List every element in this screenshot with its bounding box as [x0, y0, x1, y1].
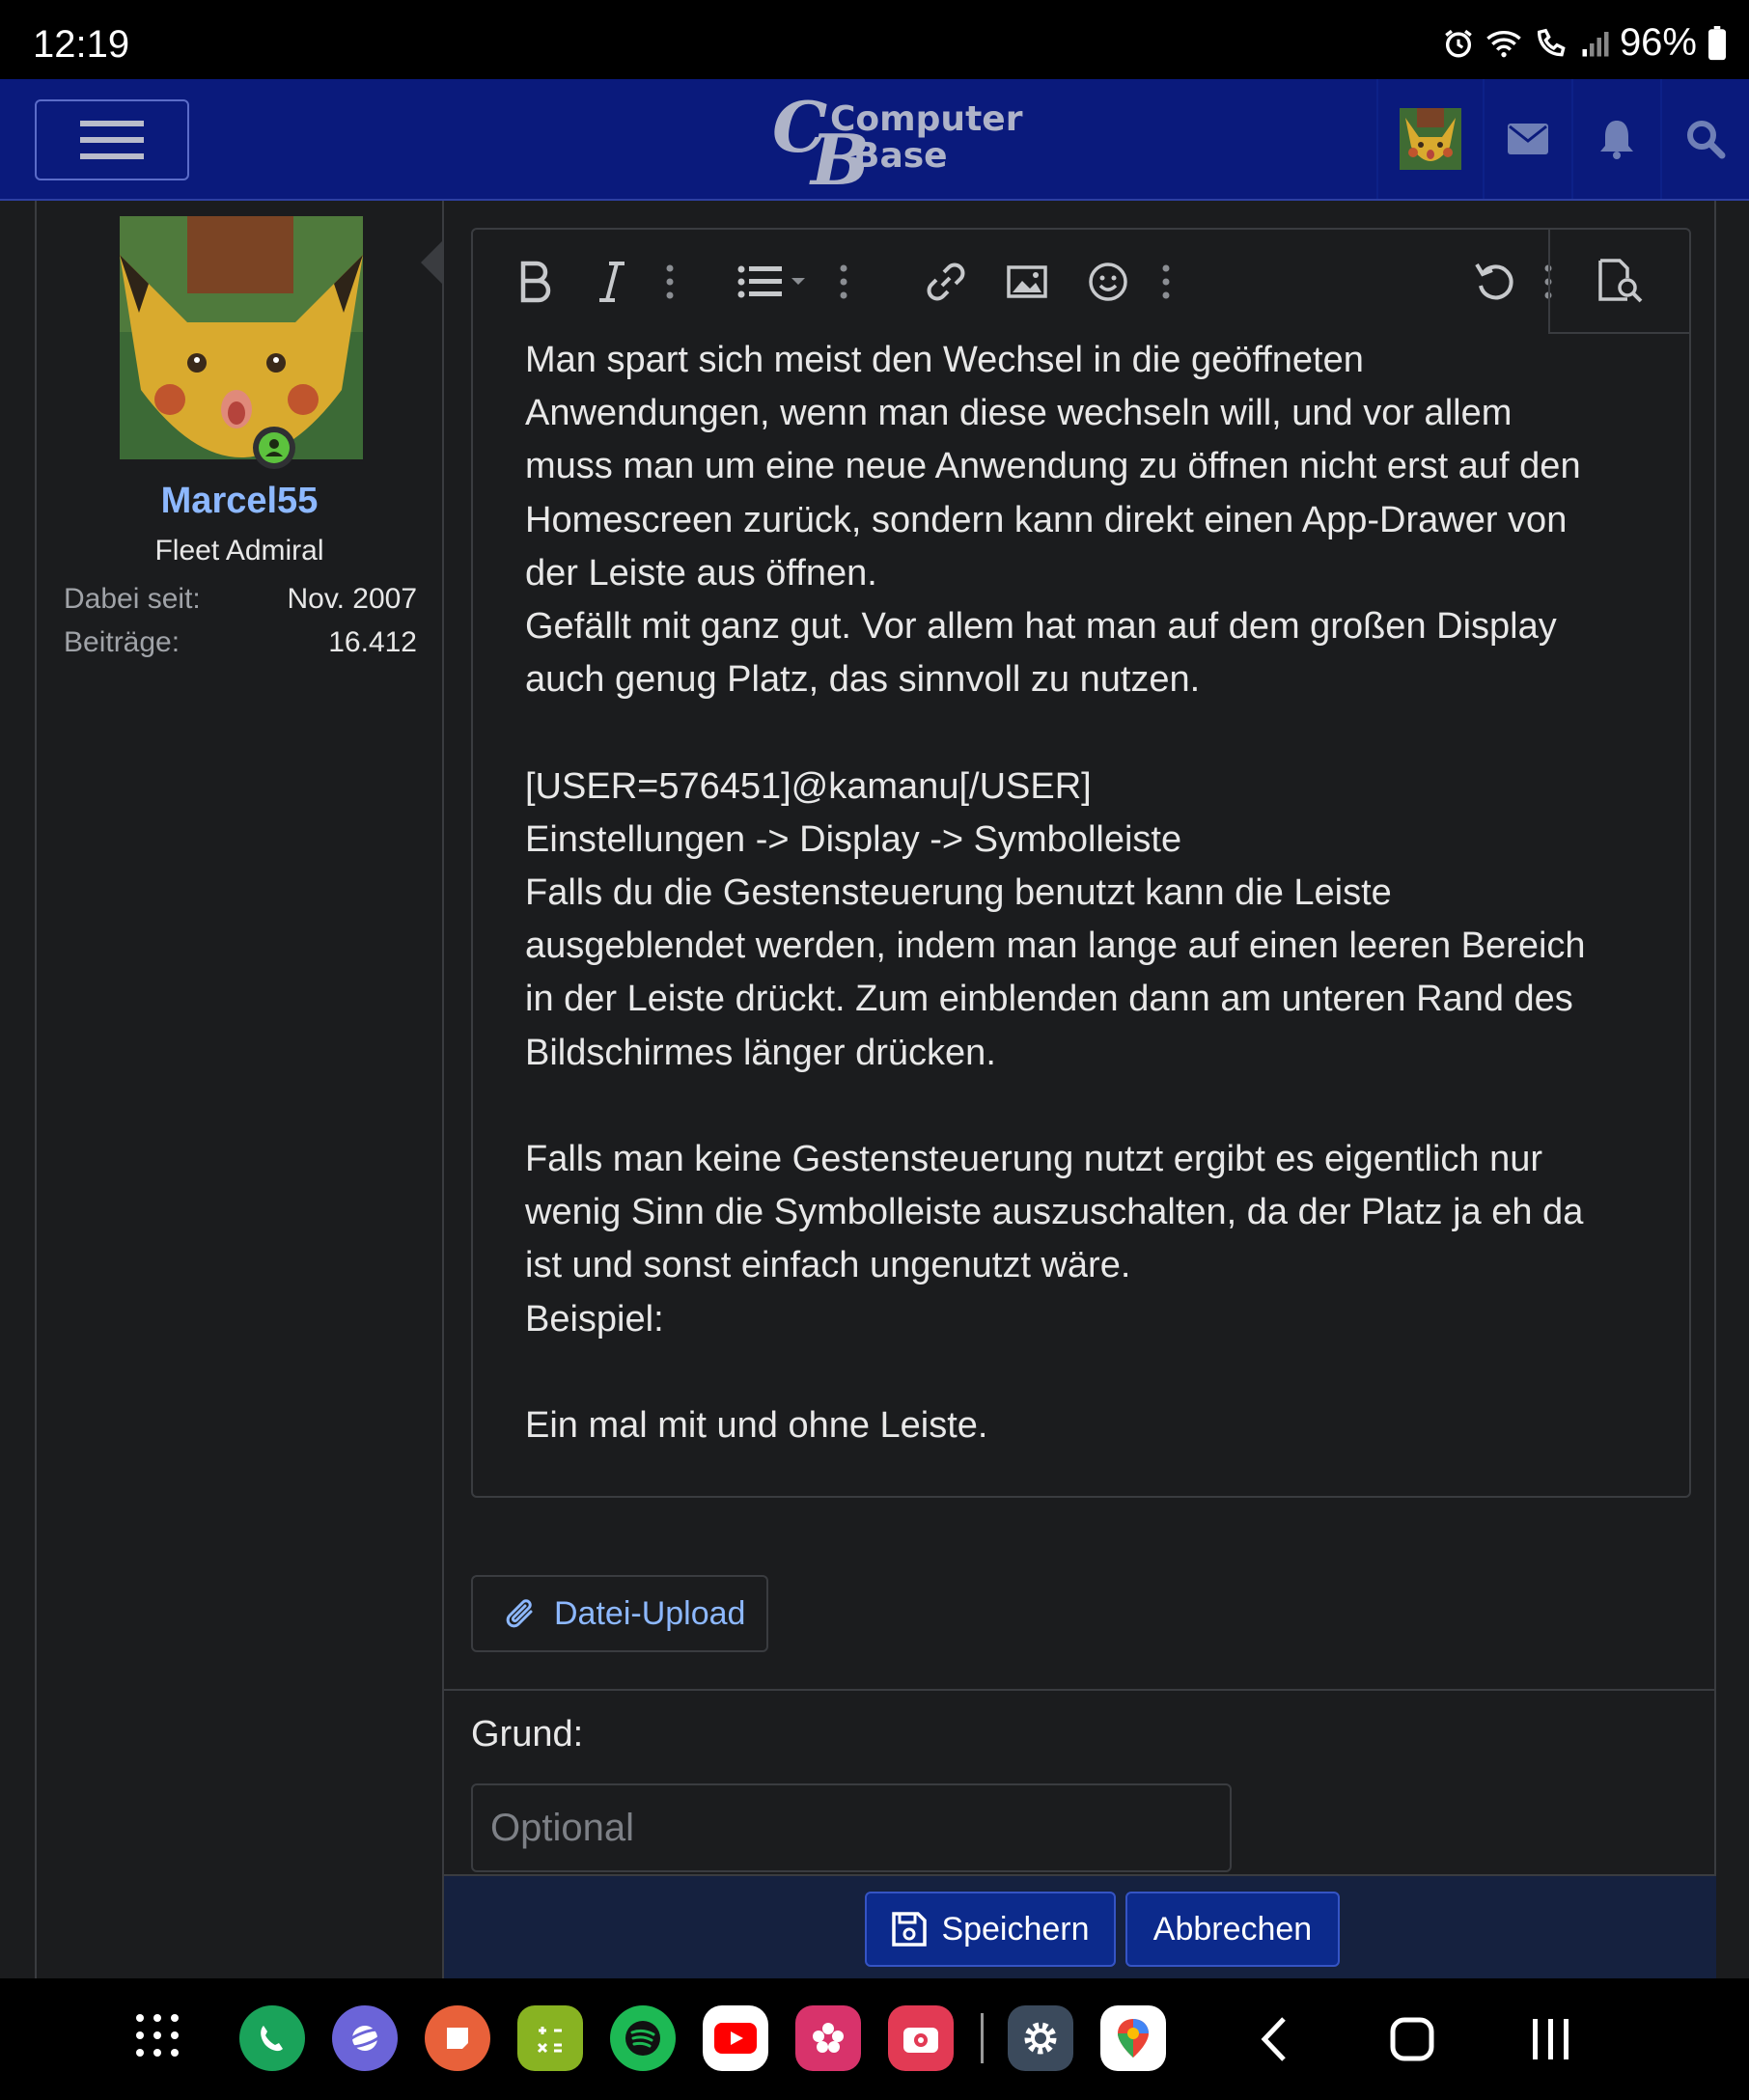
- posts-value: 16.412: [328, 626, 417, 658]
- browser-app-icon[interactable]: [332, 2005, 398, 2071]
- nav-notifications[interactable]: [1571, 79, 1660, 199]
- save-button[interactable]: Speichern: [865, 1892, 1116, 1967]
- search-icon: [1687, 121, 1726, 159]
- cancel-label: Abbrechen: [1152, 1910, 1313, 1948]
- list-button[interactable]: [736, 253, 813, 311]
- camera-app-icon[interactable]: [888, 2005, 954, 2071]
- envelope-icon: [1508, 124, 1548, 154]
- recents-button[interactable]: [1529, 2017, 1571, 2066]
- more-vertical-icon: [666, 264, 674, 299]
- nav-divider: [981, 2013, 984, 2063]
- more-insert-options-button[interactable]: [834, 253, 853, 311]
- message-arrow: [421, 239, 444, 286]
- settings-app-icon[interactable]: [1008, 2005, 1073, 2071]
- status-icons: 96%: [1442, 21, 1728, 65]
- notes-app-icon[interactable]: [425, 2005, 490, 2071]
- editor-content[interactable]: Man spart sich meist den Wechsel in die …: [525, 334, 1664, 1452]
- save-label: Speichern: [941, 1910, 1090, 1948]
- image-button[interactable]: [998, 253, 1056, 311]
- cancel-button[interactable]: Abbrechen: [1125, 1892, 1340, 1967]
- site-logo[interactable]: C B Computer Base: [772, 93, 1022, 195]
- bold-icon: [520, 261, 551, 303]
- reason-input[interactable]: [471, 1783, 1232, 1872]
- phone-app-icon[interactable]: [239, 2005, 305, 2071]
- nav-search[interactable]: [1660, 79, 1749, 199]
- italic-icon: [599, 262, 625, 302]
- save-icon: [892, 1912, 928, 1947]
- paperclip-icon: [506, 1599, 533, 1628]
- status-bar: 12:19 96%: [0, 0, 1749, 79]
- message-editor: Man spart sich meist den Wechsel in die …: [471, 228, 1691, 1498]
- bold-button[interactable]: [506, 253, 564, 311]
- smiley-icon: [1089, 262, 1127, 301]
- emoji-button[interactable]: [1079, 253, 1137, 311]
- back-button[interactable]: [1257, 2015, 1290, 2068]
- calculator-app-icon[interactable]: [517, 2005, 583, 2071]
- nav-account[interactable]: [1376, 79, 1483, 199]
- list-icon: [737, 265, 805, 298]
- maps-app-icon[interactable]: [1100, 2005, 1166, 2071]
- more-text-options-button[interactable]: [660, 253, 680, 311]
- file-upload-button[interactable]: Datei-Upload: [471, 1575, 768, 1652]
- username[interactable]: Marcel55: [37, 481, 442, 522]
- signal-icon: [1582, 31, 1609, 56]
- wifi-call-icon: [1537, 28, 1566, 56]
- online-status-badge: [253, 427, 295, 469]
- bell-icon: [1600, 121, 1633, 159]
- spotify-app-icon[interactable]: [610, 2005, 676, 2071]
- wifi-icon: [1486, 30, 1521, 57]
- more-vertical-icon: [840, 264, 847, 299]
- italic-button[interactable]: [583, 253, 641, 311]
- system-navigation-bar: [0, 1978, 1749, 2100]
- user-title: Fleet Admiral: [154, 535, 324, 566]
- divider: [444, 1689, 1716, 1691]
- user-sidebar: Marcel55 Fleet Admiral Dabei seit: Nov. …: [37, 201, 444, 1978]
- reason-label: Grund:: [471, 1714, 584, 1755]
- form-actions-bar: Speichern Abbrechen: [444, 1874, 1716, 1978]
- site-header: C B Computer Base: [0, 79, 1749, 201]
- recents-icon: [1533, 2019, 1569, 2059]
- joined-value: Nov. 2007: [287, 583, 417, 615]
- link-icon: [927, 262, 965, 301]
- image-icon: [1007, 265, 1047, 298]
- more-vertical-icon: [1162, 264, 1170, 299]
- link-button[interactable]: [917, 253, 975, 311]
- joined-row: Dabei seit: Nov. 2007: [64, 583, 417, 616]
- more-options-button[interactable]: [1156, 253, 1176, 311]
- back-icon: [1261, 2017, 1286, 2061]
- app-drawer-icon[interactable]: [135, 2013, 180, 2058]
- youtube-app-icon[interactable]: [703, 2005, 768, 2071]
- battery-percent: 96%: [1619, 21, 1697, 64]
- avatar: [1400, 108, 1461, 170]
- hamburger-icon: [80, 121, 144, 159]
- status-time: 12:19: [33, 23, 130, 66]
- joined-label: Dabei seit:: [64, 583, 201, 615]
- home-icon: [1390, 2017, 1434, 2061]
- preview-button[interactable]: [1548, 230, 1689, 334]
- home-button[interactable]: [1390, 2017, 1434, 2066]
- preview-icon: [1598, 259, 1643, 303]
- battery-icon: [1708, 25, 1726, 60]
- post-edit-page: Marcel55 Fleet Admiral Dabei seit: Nov. …: [35, 201, 1716, 1978]
- file-upload-label: Datei-Upload: [554, 1594, 746, 1632]
- nav-messages[interactable]: [1483, 79, 1571, 199]
- alarm-icon: [1445, 29, 1472, 57]
- user-online-icon: [259, 432, 290, 463]
- posts-row: Beiträge: 16.412: [64, 626, 417, 659]
- gallery-app-icon[interactable]: [795, 2005, 861, 2071]
- more-history-options-button[interactable]: [1502, 253, 1521, 311]
- editor-toolbar: [473, 230, 1689, 334]
- posts-label: Beiträge:: [64, 626, 180, 658]
- menu-button[interactable]: [35, 99, 189, 180]
- user-avatar[interactable]: [120, 216, 363, 459]
